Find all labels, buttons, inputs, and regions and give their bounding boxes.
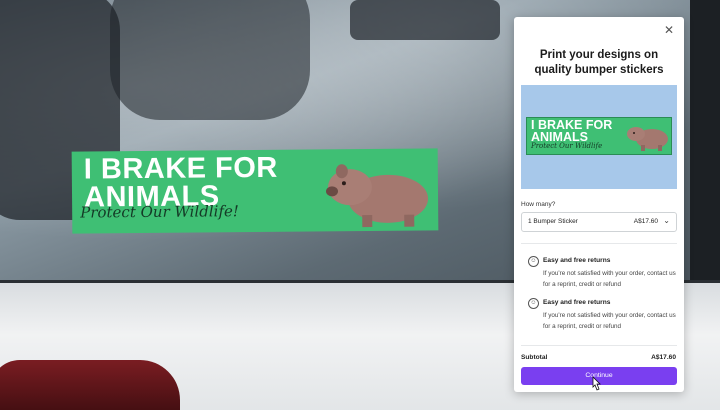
feature-title: Easy and free returns bbox=[543, 257, 611, 264]
close-icon[interactable]: ✕ bbox=[662, 23, 676, 37]
car-taillight bbox=[0, 360, 180, 410]
smile-icon: ☺ bbox=[528, 298, 539, 309]
sticker-tagline: Protect Our Wildlife! bbox=[80, 202, 239, 222]
preview-headline: I BRAKE FOR ANIMALS bbox=[531, 118, 613, 144]
subtotal-value: A$17.60 bbox=[651, 354, 676, 361]
window-frame bbox=[690, 0, 720, 290]
subtotal-label: Subtotal bbox=[521, 354, 548, 361]
bumper-sticker: I BRAKE FOR ANIMALS Protect Our Wildlife… bbox=[71, 148, 439, 234]
sticker-preview: I BRAKE FOR ANIMALS Protect Our Wildlife bbox=[521, 85, 677, 189]
quantity-selected: 1 Bumper Sticker bbox=[528, 218, 578, 225]
car-headrest bbox=[110, 0, 310, 120]
preview-sticker: I BRAKE FOR ANIMALS Protect Our Wildlife bbox=[526, 117, 672, 155]
order-panel: ✕ Print your designs on quality bumper s… bbox=[514, 17, 684, 392]
quantity-select[interactable]: 1 Bumper Sticker A$17.60 ⌄ bbox=[521, 212, 677, 232]
wombat-illustration-small bbox=[627, 127, 668, 151]
panel-title: Print your designs on quality bumper sti… bbox=[534, 49, 664, 76]
divider bbox=[521, 243, 677, 244]
preview-tagline: Protect Our Wildlife bbox=[531, 142, 603, 150]
feature-description: If you're not satisfied with your order,… bbox=[543, 312, 676, 330]
feature-title: Easy and free returns bbox=[543, 299, 611, 306]
smile-icon: ☺ bbox=[528, 256, 539, 267]
divider bbox=[521, 345, 677, 346]
chevron-down-icon: ⌄ bbox=[663, 216, 670, 225]
wombat-illustration bbox=[326, 164, 429, 228]
mouse-pointer-icon bbox=[592, 376, 601, 391]
feature-description: If you're not satisfied with your order,… bbox=[543, 270, 676, 288]
quantity-label: How many? bbox=[521, 201, 556, 208]
quantity-price: A$17.60 bbox=[633, 218, 658, 225]
rearview-mirror bbox=[350, 0, 500, 40]
